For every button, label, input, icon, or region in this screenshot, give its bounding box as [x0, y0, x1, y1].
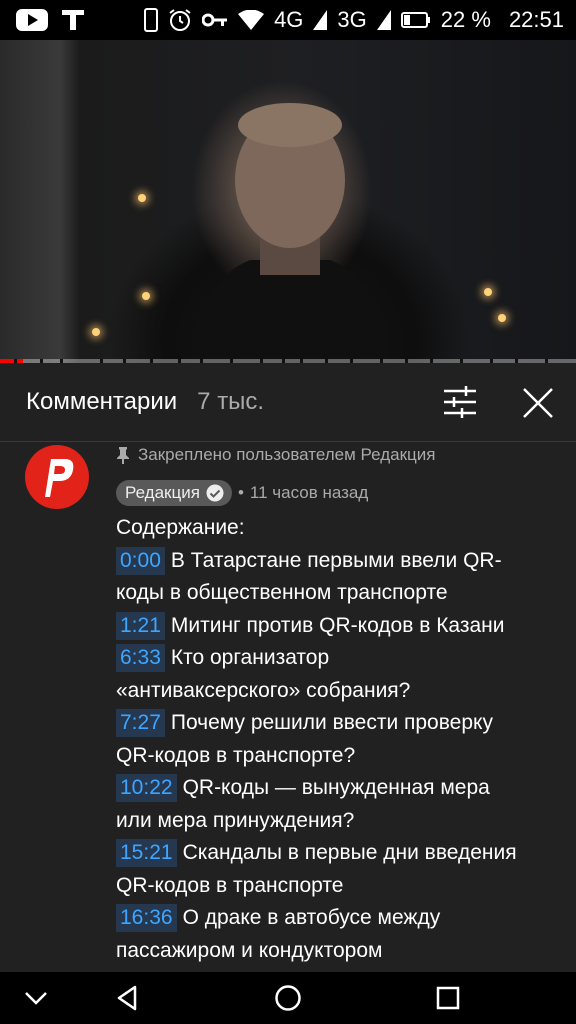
author-name: Редакция [125, 483, 200, 502]
comment-text: Содержание: 0:00 В Татарстане первыми вве… [116, 512, 566, 967]
timestamp-title: QR-коды — вынужденная мера [182, 776, 490, 799]
timestamp-entry: 7:27 Почему решили ввести проверку [116, 707, 566, 740]
timestamp-entry: 16:36 О драке в автобусе между [116, 902, 566, 935]
timestamp-link[interactable]: 15:21 [116, 839, 177, 867]
verified-check-icon [206, 484, 224, 502]
battery-icon [400, 12, 431, 28]
author-badge[interactable]: Редакция [116, 480, 232, 506]
signal-icon [313, 10, 328, 30]
timestamp-title: Почему решили ввести проверку [170, 711, 493, 734]
status-bar: 4G 3G 22 % 22:51 [0, 0, 576, 40]
timestamp-entry: 6:33 Кто организатор [116, 642, 566, 675]
hide-keyboard-chevron-down-icon[interactable] [18, 980, 54, 1016]
home-icon[interactable] [270, 980, 306, 1016]
timestamp-entry: 15:21 Скандалы в первые дни введения [116, 837, 566, 870]
comments-title: Комментарии [26, 388, 178, 415]
timestamp-link[interactable]: 16:36 [116, 904, 177, 932]
time-separator: • [237, 483, 244, 502]
timestamp-title: В Татарстане первыми ввели QR- [170, 548, 502, 572]
timestamp-entry: 0:00 В Татарстане первыми ввели QR- [116, 545, 566, 578]
timestamp-link[interactable]: 0:00 [116, 546, 165, 575]
wifi-icon [238, 10, 265, 30]
timestamp-title-continued: «антиваксерского» собрания? [116, 678, 411, 702]
youtube-icon [16, 9, 48, 31]
window-light [142, 292, 150, 300]
timestamp-title: Кто организатор [170, 646, 330, 669]
back-icon[interactable] [110, 980, 146, 1016]
close-icon[interactable] [518, 383, 558, 423]
timestamp-link[interactable]: 10:22 [116, 774, 177, 802]
timestamp-link[interactable]: 7:27 [116, 709, 165, 737]
timestamp-list: 0:00 В Татарстане первыми ввели QR-коды в… [116, 545, 566, 968]
timestamp-link[interactable]: 6:33 [116, 644, 165, 672]
timestamp-title-continued: пассажиром и кондуктором [116, 938, 383, 962]
window-light [484, 288, 492, 296]
video-frame-person [190, 80, 390, 363]
signal-icon [376, 10, 391, 30]
comments-header: Комментарии 7 тыс. [0, 363, 576, 442]
pin-icon [117, 447, 129, 464]
timestamp-entry: 1:21 Митинг против QR-кодов в Казани [116, 610, 566, 643]
phone-icon [144, 8, 159, 32]
avatar[interactable] [25, 445, 89, 509]
network-4g-label: 4G [274, 7, 304, 32]
comment-time[interactable]: 11 часов назад [250, 483, 368, 503]
clock: 22:51 [508, 7, 564, 32]
key-icon [202, 12, 228, 28]
window-light [498, 314, 506, 322]
contents-heading: Содержание: [116, 516, 245, 539]
video-player[interactable] [0, 40, 576, 363]
timestamp-title-continued: QR-кодов в транспорте? [116, 743, 356, 767]
recent-apps-icon[interactable] [430, 980, 466, 1016]
timestamp-entry: 10:22 QR-коды — вынужденная мера [116, 772, 566, 805]
timestamp-link[interactable]: 1:21 [116, 611, 165, 640]
pinned-text: Закреплено пользователем Редакция [138, 445, 436, 464]
sort-filter-icon[interactable] [440, 385, 480, 419]
timestamp-title: Скандалы в первые дни введения [182, 841, 517, 864]
timestamp-title-continued: или мера принуждения? [116, 808, 355, 832]
pinned-label: Закреплено пользователем Редакция [116, 445, 435, 465]
pinned-comment: Закреплено пользователем Редакция Редакц… [0, 442, 576, 972]
author-row: Редакция • 11 часов назад [116, 480, 368, 506]
battery-level: 22 % [440, 7, 491, 32]
timestamp-title-continued: QR-кодов в транспорте [116, 873, 344, 897]
network-3g-label: 3G [337, 7, 367, 32]
alarm-icon [168, 8, 192, 32]
window-light [92, 328, 100, 336]
timestamp-title: О драке в автобусе между [182, 906, 441, 929]
navigation-bar [0, 972, 576, 1024]
timestamp-title-continued: коды в общественном транспорте [116, 581, 448, 604]
window-light [138, 194, 146, 202]
t-app-icon [62, 9, 84, 31]
comments-count: 7 тыс. [197, 388, 265, 415]
channel-logo-icon [45, 459, 74, 497]
timestamp-title: Митинг против QR-кодов в Казани [170, 613, 505, 637]
